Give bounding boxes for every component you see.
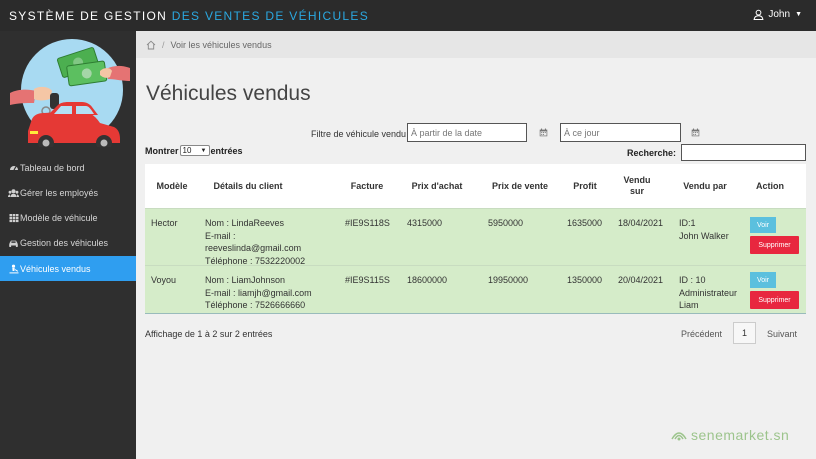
table-info: Affichage de 1 à 2 sur 2 entrées	[145, 329, 273, 339]
entries-select-value: 10	[182, 146, 192, 155]
view-button[interactable]: Voir	[750, 272, 776, 288]
grid-icon	[8, 213, 19, 223]
cell-sold-on: 18/04/2021	[618, 218, 664, 228]
sold-vehicles-table: Modèle Détails du client Facture Prix d'…	[145, 164, 806, 314]
sold-by-name: Liam	[679, 300, 699, 310]
cell-sale-price: 19950000	[488, 275, 529, 285]
cell-model: Voyou	[151, 275, 177, 285]
col-header-sale-price[interactable]: Prix de vente	[487, 164, 553, 208]
delete-button[interactable]: Supprimer	[750, 236, 799, 254]
col-header-sold-on[interactable]: Vendu sur	[619, 164, 655, 208]
from-date-input[interactable]	[407, 123, 527, 142]
cell-sold-by: ID:1 John Walker	[679, 217, 729, 242]
cell-purchase-price: 18600000	[407, 275, 448, 285]
cell-client: Nom : LiamJohnson E-mail : liamjh@gmail.…	[205, 274, 340, 312]
show-entries-label: Montrer	[145, 145, 179, 156]
watermark: senemarket.sn	[670, 427, 789, 443]
user-menu[interactable]: John ▼	[753, 9, 802, 20]
sidebar-item-employees[interactable]: Gérer les employés	[0, 180, 136, 205]
breadcrumb-separator: /	[162, 39, 165, 50]
breadcrumb: / Voir les véhicules vendus	[136, 31, 816, 58]
search-input[interactable]	[681, 144, 806, 161]
sidebar-item-label: Tableau de bord	[20, 162, 85, 173]
watermark-logo-icon	[671, 432, 687, 441]
client-phone: Téléphone : 7526666660	[205, 300, 306, 310]
sold-icon	[8, 264, 19, 274]
chevron-down-icon: ▼	[795, 11, 802, 18]
home-icon[interactable]	[146, 40, 156, 50]
user-icon	[753, 9, 764, 20]
col-header-invoice[interactable]: Facture	[343, 164, 391, 208]
users-icon	[8, 188, 19, 198]
col-header-sold-by[interactable]: Vendu par	[675, 164, 735, 208]
main-content: / Voir les véhicules vendus Véhicules ve…	[136, 31, 816, 459]
sidebar-item-dashboard[interactable]: Tableau de bord	[0, 155, 136, 180]
pagination-previous[interactable]: Précédent	[681, 329, 722, 339]
col-header-action: Action	[756, 180, 784, 191]
cell-purchase-price: 4315000	[407, 218, 443, 228]
logo	[10, 35, 130, 151]
client-email-label: E-mail :	[205, 230, 236, 241]
cell-sold-by: ID : 10 Administrateur Liam	[679, 274, 737, 312]
col-header-profit[interactable]: Profit	[565, 164, 605, 208]
app-title: SYSTÈME DE GESTION DES VENTES DE VÉHICUL…	[9, 9, 369, 23]
client-name: Nom : LiamJohnson	[205, 275, 286, 285]
show-entries-suffix: entrées	[210, 145, 243, 156]
cell-invoice: #IE9S118S	[345, 218, 390, 228]
pagination-next[interactable]: Suivant	[767, 329, 797, 339]
sidebar-item-label: Gestion des véhicules	[20, 237, 109, 248]
table-row: Hector Nom : LindaReeves E-mail : reeves…	[145, 208, 806, 267]
sold-by-name: John Walker	[679, 230, 729, 241]
car-icon	[8, 238, 19, 248]
cell-sold-on: 20/04/2021	[618, 275, 664, 285]
chevron-down-icon: ▼	[200, 147, 207, 154]
sold-by-id: ID:1	[679, 218, 696, 228]
cell-client: Nom : LindaReeves E-mail : reeveslinda@g…	[205, 217, 335, 267]
sidebar-item-sold-vehicles[interactable]: Véhicules vendus	[0, 256, 136, 281]
watermark-text: senemarket.sn	[691, 427, 790, 443]
delete-button[interactable]: Supprimer	[750, 291, 799, 309]
client-email: reeveslinda@gmail.com	[205, 243, 302, 253]
sidebar-item-label: Modèle de véhicule	[20, 212, 98, 223]
sidebar: Tableau de bord Gérer les employés Modèl…	[0, 31, 136, 459]
cell-profit: 1635000	[567, 218, 603, 228]
sidebar-item-vehicle-model[interactable]: Modèle de véhicule	[0, 205, 136, 230]
table-header: Modèle Détails du client Facture Prix d'…	[145, 164, 806, 208]
page-title: Véhicules vendus	[146, 82, 311, 105]
view-button[interactable]: Voir	[750, 217, 776, 233]
col-header-purchase-price[interactable]: Prix d'achat	[407, 164, 467, 208]
sold-by-role: Administrateur	[679, 287, 738, 298]
cell-profit: 1350000	[567, 275, 603, 285]
cell-sale-price: 5950000	[488, 218, 524, 228]
show-entries: Montrer 10 ▼ entrées	[145, 145, 243, 156]
app-title-part2: DES VENTES DE VÉHICULES	[171, 9, 370, 23]
cell-model: Hector	[151, 218, 178, 228]
sold-by-id: ID : 10	[679, 275, 706, 285]
cell-invoice: #IE9S115S	[345, 275, 390, 285]
breadcrumb-current: Voir les véhicules vendus	[170, 39, 272, 50]
to-date-input[interactable]	[560, 123, 681, 142]
filter-label: Filtre de véhicule vendu	[311, 129, 407, 139]
client-name: Nom : LindaReeves	[205, 218, 285, 228]
sidebar-item-label: Gérer les employés	[20, 187, 99, 198]
col-header-client[interactable]: Détails du client	[203, 164, 293, 208]
sidebar-item-label: Véhicules vendus	[20, 263, 91, 274]
col-header-model[interactable]: Modèle	[145, 164, 199, 208]
calendar-icon[interactable]	[534, 124, 552, 141]
user-name: John	[768, 9, 791, 20]
top-navbar: SYSTÈME DE GESTION DES VENTES DE VÉHICUL…	[0, 0, 816, 31]
calendar-icon[interactable]	[686, 124, 704, 141]
search-label: Recherche:	[627, 148, 677, 158]
table-row: Voyou Nom : LiamJohnson E-mail : liamjh@…	[145, 265, 806, 314]
pagination-page-1[interactable]: 1	[733, 322, 756, 344]
app-title-part1: SYSTÈME DE GESTION	[9, 9, 168, 23]
client-email-label: E-mail : liamjh@gmail.com	[205, 287, 312, 298]
entries-select[interactable]: 10 ▼	[179, 145, 210, 156]
dashboard-icon	[8, 163, 19, 173]
sidebar-item-vehicle-management[interactable]: Gestion des véhicules	[0, 230, 136, 255]
